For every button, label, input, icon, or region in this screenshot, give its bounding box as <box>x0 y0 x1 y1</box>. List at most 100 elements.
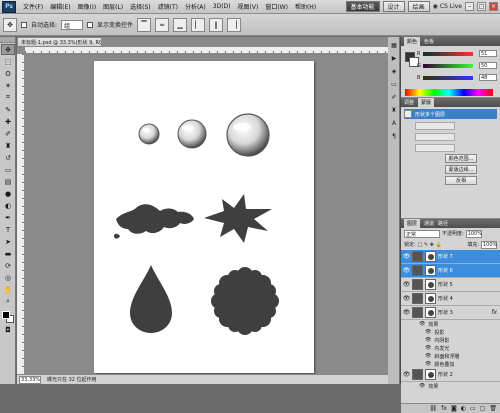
eye-icon[interactable]: 👁 <box>403 309 411 316</box>
move-tool-icon[interactable]: ✥ <box>1 44 15 55</box>
effect-eye-icon[interactable]: 👁 <box>425 345 431 351</box>
effect-eye-icon[interactable]: 👁 <box>425 337 431 343</box>
effect-eye-icon[interactable]: 👁 <box>425 353 431 359</box>
workspace-design-button[interactable]: 设计 <box>382 1 405 12</box>
effects-group-row[interactable]: 👁 效果 <box>401 320 500 328</box>
document-page[interactable] <box>94 61 314 373</box>
healing-brush-tool-icon[interactable]: ✚ <box>1 116 15 127</box>
auto-select-checkbox[interactable] <box>21 21 27 28</box>
new-group-icon[interactable]: ▭ <box>470 405 476 412</box>
path-selection-tool-icon[interactable]: ➤ <box>1 236 15 247</box>
effect-row[interactable]: 👁 颜色叠加 <box>401 360 500 368</box>
fx-icon[interactable]: fx <box>491 309 497 316</box>
history-brush-tool-icon[interactable]: ↺ <box>1 152 15 163</box>
align-left-icon[interactable]: ▏ <box>191 17 206 32</box>
effect-row[interactable]: 👁 斜面和浮雕 <box>401 352 500 360</box>
slider-r-value[interactable]: 51 <box>479 50 497 57</box>
tab-masks[interactable]: 蒙版 <box>418 98 435 107</box>
slider-g-value[interactable]: 50 <box>479 62 497 69</box>
3d-rotate-tool-icon[interactable]: ⟳ <box>1 260 15 271</box>
magic-wand-tool-icon[interactable]: ✶ <box>1 80 15 91</box>
color-range-button[interactable]: 蒙版边缘... <box>445 165 477 174</box>
effect-eye-icon[interactable]: 👁 <box>425 361 431 367</box>
pen-tool-icon[interactable]: ✒ <box>1 212 15 223</box>
canvas-area[interactable] <box>26 55 388 374</box>
layer-row[interactable]: 👁 形状 5 <box>401 278 500 292</box>
align-middle-icon[interactable]: ═ <box>155 17 170 32</box>
vertical-ruler[interactable] <box>17 54 25 374</box>
workspace-essentials-button[interactable]: 基本功能 <box>345 1 380 12</box>
type-tool-icon[interactable]: T <box>1 224 15 235</box>
gradient-tool-icon[interactable]: ▤ <box>1 176 15 187</box>
align-top-icon[interactable]: ▔ <box>137 17 152 32</box>
minimize-button[interactable]: – <box>465 2 474 11</box>
menu-3d[interactable]: 3D(D) <box>213 3 231 10</box>
effect-row[interactable]: 👁 投影 <box>401 328 500 336</box>
horizontal-ruler[interactable] <box>25 47 388 54</box>
density-field[interactable] <box>415 122 455 130</box>
crop-tool-icon[interactable]: ⌗ <box>1 92 15 103</box>
feather-field[interactable] <box>415 133 455 141</box>
tools-grip[interactable] <box>0 37 15 43</box>
eraser-tool-icon[interactable]: ▭ <box>1 164 15 175</box>
invert-button[interactable]: 反相 <box>445 176 477 185</box>
3d-orbit-tool-icon[interactable]: ◎ <box>1 272 15 283</box>
lasso-tool-icon[interactable]: ʘ <box>1 68 15 79</box>
menu-help[interactable]: 帮助(H) <box>295 2 316 11</box>
paragraph-panel-icon[interactable]: ¶ <box>389 131 399 141</box>
document-tab[interactable]: 未标题-1.psd @ 33.3%(形状 9, RGB/8) <box>17 37 102 47</box>
slider-g-bar[interactable] <box>423 64 473 68</box>
layer-row[interactable]: 👁 形状 2 <box>401 368 500 382</box>
foreground-color-swatch[interactable] <box>2 311 10 319</box>
blur-tool-icon[interactable]: ● <box>1 188 15 199</box>
slider-r[interactable]: R 51 <box>417 50 497 58</box>
marquee-tool-icon[interactable]: ⬚ <box>1 56 15 67</box>
zoom-tool-icon[interactable]: ⌕ <box>1 296 15 307</box>
align-right-icon[interactable]: ▕ <box>227 17 242 32</box>
slider-r-bar[interactable] <box>423 52 473 56</box>
menu-layer[interactable]: 图层(L) <box>103 2 123 11</box>
dodge-tool-icon[interactable]: ◐ <box>1 200 15 211</box>
effect-row[interactable]: 👁 内发光 <box>401 344 500 352</box>
menu-image[interactable]: 图像(I) <box>78 2 96 11</box>
fill-field[interactable]: 100% <box>481 240 497 249</box>
eye-icon[interactable]: 👁 <box>403 253 411 260</box>
opacity-field[interactable]: 100% <box>465 229 482 238</box>
shape-tool-icon[interactable]: ▬ <box>1 248 15 259</box>
workspace-painting-button[interactable]: 绘画 <box>407 1 430 12</box>
refine-field[interactable] <box>415 144 455 152</box>
move-tool-icon[interactable]: ✥ <box>3 17 17 32</box>
menu-edit[interactable]: 编辑(E) <box>50 2 70 11</box>
close-button[interactable]: × <box>489 2 498 11</box>
layer-row[interactable]: 👁 形状 7 <box>401 250 500 264</box>
layer-row[interactable]: 👁 形状 4 <box>401 292 500 306</box>
eye-icon[interactable]: 👁 <box>403 267 411 274</box>
menu-view[interactable]: 视图(V) <box>238 2 259 11</box>
slider-b-bar[interactable] <box>423 76 473 80</box>
add-mask-icon[interactable]: ◙ <box>451 405 457 412</box>
status-info[interactable]: 曝光只在 32 位起作用 <box>47 376 97 383</box>
align-bottom-icon[interactable]: ▁ <box>173 17 188 32</box>
slider-g[interactable]: G 50 <box>417 62 497 70</box>
lock-icons[interactable]: □ ✎ ✥ 🔒 <box>418 242 442 248</box>
effects-eye-icon[interactable]: 👁 <box>419 321 425 327</box>
layer-row[interactable]: 👁 形状 3 fx <box>401 306 500 320</box>
brush-tool-icon[interactable]: ✐ <box>1 128 15 139</box>
new-layer-icon[interactable]: ▢ <box>480 405 486 412</box>
link-layers-icon[interactable]: ⛓ <box>430 405 438 412</box>
hand-tool-icon[interactable]: ✋ <box>1 284 15 295</box>
measure-panel-icon[interactable]: ▭ <box>389 79 399 89</box>
cs-live-button[interactable]: ◉ CS Live <box>433 3 462 10</box>
show-transform-checkbox[interactable] <box>87 21 94 28</box>
3d-panel-icon[interactable]: ◈ <box>389 66 399 76</box>
menu-select[interactable]: 选择(S) <box>130 2 151 11</box>
effects-group-row-2[interactable]: 👁 效果 <box>401 382 500 390</box>
actions-panel-icon[interactable]: ▶ <box>389 53 399 63</box>
trash-icon[interactable]: 🗑 <box>489 405 497 412</box>
clone-source-panel-icon[interactable]: ♜ <box>389 105 399 115</box>
eye-icon[interactable]: 👁 <box>403 281 411 288</box>
tab-layers[interactable]: 图层 <box>404 219 421 228</box>
eyedropper-tool-icon[interactable]: ✎ <box>1 104 15 115</box>
slider-b-value[interactable]: 48 <box>479 74 497 81</box>
menu-window[interactable]: 窗口(W) <box>265 2 288 11</box>
